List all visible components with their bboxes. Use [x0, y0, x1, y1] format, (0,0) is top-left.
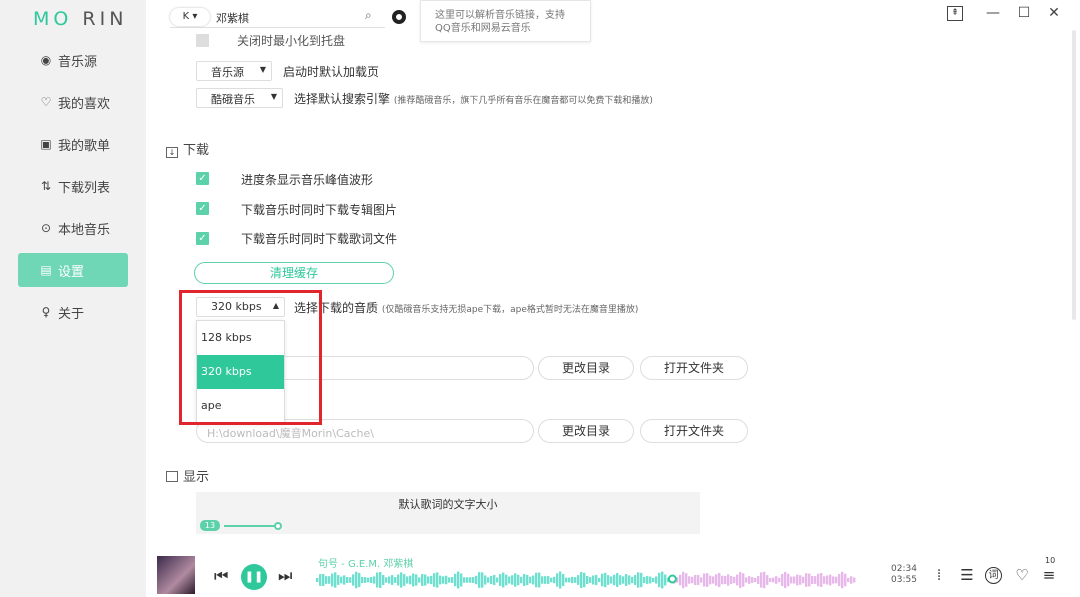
- quality-label: 选择下载的音质 (仅酷硪音乐支持无损ape下载，ape格式暂时无法在魔音里播放): [294, 299, 638, 316]
- playlist-icon: ▣: [40, 137, 52, 151]
- sidebar-item-label: 音乐源: [58, 54, 98, 70]
- sidebar-item-music-source[interactable]: ◉ 音乐源: [18, 43, 128, 77]
- search-engine-label-text: 选择默认搜索引擎: [294, 92, 391, 106]
- search-icon[interactable]: ⌕: [365, 8, 372, 23]
- waveform-checkbox[interactable]: ✓: [196, 172, 209, 185]
- lyric-font-panel: 默认歌词的文字大小 13: [196, 492, 700, 534]
- waveform-progress[interactable]: [316, 566, 856, 590]
- startup-page-label: 启动时默认加载页: [283, 65, 380, 79]
- album-art-label: 下载音乐时同时下载专辑图片: [241, 203, 398, 217]
- startup-page-value: 音乐源: [211, 66, 244, 79]
- elapsed-time: 02:34: [891, 564, 917, 574]
- lyric-font-slider-handle[interactable]: [274, 522, 282, 530]
- monitor-icon: [166, 471, 178, 482]
- queue-count-badge: 10: [1045, 556, 1056, 565]
- annotation-highlight-box: [179, 290, 322, 425]
- playlist-queue-icon[interactable]: ☰: [957, 566, 977, 584]
- sidebar-item-favorites[interactable]: ♡ 我的喜欢: [18, 85, 128, 119]
- search-engine-label: 选择默认搜索引擎 (推荐酷硪音乐，旗下几乎所有音乐在魔音都可以免费下载和播放): [294, 90, 653, 107]
- sidebar: MO RIN ◉ 音乐源 ♡ 我的喜欢 ▣ 我的歌单 ⇅ 下载列表 ⊙ 本地音乐 ▤ 设置 …: [0, 0, 146, 597]
- bulb-icon: ♀: [41, 305, 51, 319]
- sidebar-item-label: 设置: [58, 264, 85, 280]
- search-source-select[interactable]: K ▾: [170, 8, 210, 26]
- sidebar-item-label: 关于: [58, 306, 85, 322]
- caret-down-icon: ▼: [259, 65, 266, 74]
- minimize-to-tray-checkbox[interactable]: [196, 34, 209, 47]
- change-cache-dir-button[interactable]: 更改目录: [538, 419, 634, 443]
- search-bar: K ▾ 邓紫棋 ⌕: [170, 6, 385, 28]
- open-music-folder-button[interactable]: 打开文件夹: [640, 356, 748, 380]
- sidebar-item-label: 本地音乐: [58, 222, 111, 238]
- spectrum-icon[interactable]: ⦙: [929, 566, 949, 584]
- album-art-checkbox[interactable]: ✓: [196, 202, 209, 215]
- maximize-icon[interactable]: ☐: [1015, 5, 1033, 21]
- search-engine-select[interactable]: 酷硪音乐 ▼: [196, 88, 283, 108]
- minimize-to-tray-row: 关闭时最小化到托盘: [196, 32, 345, 49]
- content-scrollbar[interactable]: [1072, 30, 1076, 320]
- lyrics-file-checkbox[interactable]: ✓: [196, 232, 209, 245]
- sidebar-item-downloads[interactable]: ⇅ 下载列表: [18, 169, 128, 203]
- sidebar-item-playlists[interactable]: ▣ 我的歌单: [18, 127, 128, 161]
- minimize-to-tray-label: 关闭时最小化到托盘: [237, 34, 346, 48]
- caret-down-icon: ▼: [270, 92, 277, 101]
- waveform-label: 进度条显示音乐峰值波形: [241, 173, 374, 187]
- download-title-text: 下载: [183, 143, 210, 158]
- quality-note: (仅酷硪音乐支持无损ape下载，ape格式暂时无法在魔音里播放): [381, 305, 639, 315]
- previous-track-icon[interactable]: ⏮: [214, 566, 228, 586]
- record-disc-icon[interactable]: [392, 10, 406, 24]
- sidebar-item-label: 我的喜欢: [58, 96, 111, 112]
- menu-list-icon[interactable]: ≡: [1039, 566, 1059, 584]
- search-input[interactable]: 邓紫棋: [216, 10, 249, 26]
- favorite-heart-icon[interactable]: ♡: [1012, 566, 1032, 584]
- sidebar-item-settings[interactable]: ▤ 设置: [18, 253, 128, 287]
- search-source-label: K: [182, 11, 190, 22]
- player-bar: ⏮ ❚❚ ⏭ 句号 - G.E.M. 邓紫棋 02:34 03:55 ⦙ ☰ 词 …: [146, 550, 1080, 597]
- disc-icon: ◉: [40, 53, 52, 67]
- sidebar-item-label: 下载列表: [58, 180, 111, 196]
- pin-top-icon[interactable]: ⇞: [947, 6, 963, 21]
- total-time: 03:55: [891, 575, 917, 585]
- lyrics-file-label: 下载音乐时同时下载歌词文件: [241, 232, 398, 246]
- startup-page-select[interactable]: 音乐源 ▼: [196, 61, 272, 81]
- track-time: 02:34 03:55: [891, 564, 917, 586]
- download-list-icon: ⇅: [40, 179, 52, 193]
- search-engine-value: 酷硪音乐: [211, 93, 255, 106]
- pause-button[interactable]: ❚❚: [241, 564, 267, 590]
- heart-icon: ♡: [40, 95, 52, 109]
- app-logo: MO RIN: [33, 8, 128, 30]
- next-track-icon[interactable]: ⏭: [278, 566, 292, 586]
- sidebar-item-about[interactable]: ♀ 关于: [18, 295, 128, 329]
- minimize-icon[interactable]: —: [984, 5, 1002, 21]
- download-icon: ↓: [166, 147, 178, 158]
- settings-icon: ▤: [40, 263, 52, 277]
- sidebar-item-label: 我的歌单: [58, 138, 111, 154]
- sidebar-item-local-music[interactable]: ⊙ 本地音乐: [18, 211, 128, 245]
- lyric-font-slider-track[interactable]: [224, 525, 276, 527]
- close-icon[interactable]: ✕: [1045, 5, 1063, 21]
- search-engine-note: (推荐酷硪音乐，旗下几乎所有音乐在魔音都可以免费下载和播放): [393, 96, 653, 106]
- open-cache-folder-button[interactable]: 打开文件夹: [640, 419, 748, 443]
- local-music-icon: ⊙: [40, 221, 52, 235]
- album-cover[interactable]: [157, 556, 195, 594]
- clear-cache-button[interactable]: 清理缓存: [194, 262, 394, 284]
- lyrics-toggle-button[interactable]: 词: [985, 567, 1002, 584]
- change-music-dir-button[interactable]: 更改目录: [538, 356, 634, 380]
- lyric-font-label: 默认歌词的文字大小: [398, 498, 498, 511]
- lyric-font-value: 13: [200, 520, 220, 531]
- display-section-title: 显示: [166, 466, 209, 485]
- download-section-title: ↓ 下载: [166, 139, 209, 158]
- display-title-text: 显示: [183, 470, 210, 485]
